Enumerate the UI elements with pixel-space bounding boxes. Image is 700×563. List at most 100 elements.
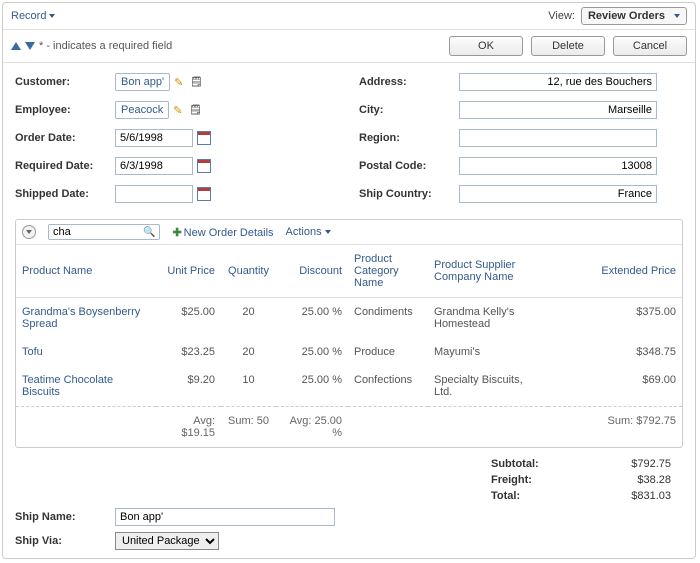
delete-button[interactable]: Delete <box>531 36 605 56</box>
pencil-icon[interactable] <box>174 76 186 88</box>
shipped-date-input[interactable] <box>115 185 193 203</box>
cell-category: Produce <box>348 338 428 366</box>
new-order-details-link[interactable]: ✚New Order Details <box>172 226 273 239</box>
hint-group: * - indicates a required field <box>11 40 172 52</box>
summary-sum-qty: Sum: 50 <box>221 407 276 448</box>
ship-name-input[interactable] <box>115 508 335 526</box>
calendar-icon[interactable] <box>197 187 211 201</box>
employee-lookup[interactable]: Peacock <box>115 101 169 119</box>
col-unit-price[interactable]: Unit Price <box>156 245 221 298</box>
ok-button[interactable]: OK <box>449 36 523 56</box>
cell-product[interactable]: Tofu <box>16 338 156 366</box>
action-row-top: * - indicates a required field OK Delete… <box>3 30 695 63</box>
search-box[interactable] <box>48 224 160 240</box>
address-label: Address: <box>359 76 459 88</box>
search-input[interactable] <box>53 226 143 238</box>
ship-country-input[interactable] <box>459 185 657 203</box>
chevron-down-icon <box>674 14 680 18</box>
region-label: Region: <box>359 132 459 144</box>
postal-code-label: Postal Code: <box>359 160 459 172</box>
note-icon[interactable] <box>190 76 202 88</box>
view-group: View: Review Orders <box>548 7 687 25</box>
col-category[interactable]: Product Category Name <box>348 245 428 298</box>
cell-discount: 25.00 % <box>276 366 348 407</box>
summary-avg-price: Avg: $19.15 <box>156 407 221 448</box>
subtotal-value: $792.75 <box>601 458 671 470</box>
total-value: $831.03 <box>601 490 671 502</box>
city-input[interactable] <box>459 101 657 119</box>
cell-unit-price: $25.00 <box>156 298 221 339</box>
shipped-date-label: Shipped Date: <box>15 188 115 200</box>
table-row[interactable]: Grandma's Boysenberry Spread$25.002025.0… <box>16 298 682 339</box>
order-details-grid: ✚New Order Details Actions Product Name … <box>15 219 683 448</box>
cell-unit-price: $9.20 <box>156 366 221 407</box>
ship-area: Ship Name: Ship Via:United Package <box>3 506 695 559</box>
cell-supplier: Grandma Kelly's Homestead <box>428 298 548 339</box>
total-label: Total: <box>491 490 561 502</box>
region-input[interactable] <box>459 129 657 147</box>
cancel-button[interactable]: Cancel <box>613 36 687 56</box>
cell-category: Confections <box>348 366 428 407</box>
grid-toolbar: ✚New Order Details Actions <box>16 220 682 245</box>
view-label: View: <box>548 10 575 22</box>
ship-name-label: Ship Name: <box>15 511 115 523</box>
freight-value: $38.28 <box>601 474 671 486</box>
order-date-label: Order Date: <box>15 132 115 144</box>
arrow-up-icon[interactable] <box>11 42 21 50</box>
note-icon[interactable] <box>189 104 201 116</box>
col-product[interactable]: Product Name <box>16 245 156 298</box>
table-row[interactable]: Teatime Chocolate Biscuits$9.201025.00 %… <box>16 366 682 407</box>
cell-extended: $348.75 <box>548 338 682 366</box>
cell-quantity: 20 <box>221 338 276 366</box>
customer-lookup[interactable]: Bon app' <box>115 73 170 91</box>
plus-icon: ✚ <box>172 227 181 239</box>
cell-quantity: 20 <box>221 298 276 339</box>
form-col-left: Customer:Bon app' Employee:Peacock Order… <box>15 71 339 211</box>
record-menu[interactable]: Record <box>11 10 55 22</box>
employee-label: Employee: <box>15 104 115 116</box>
cell-supplier: Mayumi's <box>428 338 548 366</box>
required-date-label: Required Date: <box>15 160 115 172</box>
arrow-down-icon[interactable] <box>25 42 35 50</box>
cell-quantity: 10 <box>221 366 276 407</box>
ship-via-select[interactable]: United Package <box>115 532 219 550</box>
calendar-icon[interactable] <box>197 131 211 145</box>
cell-product[interactable]: Teatime Chocolate Biscuits <box>16 366 156 407</box>
cell-product[interactable]: Grandma's Boysenberry Spread <box>16 298 156 339</box>
cell-discount: 25.00 % <box>276 338 348 366</box>
table-row[interactable]: Tofu$23.252025.00 %ProduceMayumi's$348.7… <box>16 338 682 366</box>
summary-sum-ext: Sum: $792.75 <box>548 407 682 448</box>
grid-table: Product Name Unit Price Quantity Discoun… <box>16 245 682 447</box>
postal-code-input[interactable] <box>459 157 657 175</box>
col-extended[interactable]: Extended Price <box>548 245 682 298</box>
summary-row: Avg: $19.15Sum: 50Avg: 25.00 % Sum: $792.… <box>16 407 682 448</box>
totals-area: Subtotal: $792.75 Freight: $38.28 Total: $8… <box>3 452 695 502</box>
cell-extended: $69.00 <box>548 366 682 407</box>
order-form-panel: Record View: Review Orders * - indicates… <box>2 2 696 559</box>
ship-via-label: Ship Via: <box>15 535 115 547</box>
form-col-right: Address: City: Region: Postal Code: Ship… <box>359 71 683 211</box>
chevron-down-icon <box>325 230 331 234</box>
subtotal-label: Subtotal: <box>491 458 561 470</box>
grid-menu-button[interactable] <box>22 225 36 239</box>
pencil-icon[interactable] <box>173 104 185 116</box>
form-area: Customer:Bon app' Employee:Peacock Order… <box>3 63 695 215</box>
top-bar: Record View: Review Orders <box>3 3 695 30</box>
calendar-icon[interactable] <box>197 159 211 173</box>
cell-category: Condiments <box>348 298 428 339</box>
actions-menu[interactable]: Actions <box>286 226 331 238</box>
order-date-input[interactable] <box>115 129 193 147</box>
col-discount[interactable]: Discount <box>276 245 348 298</box>
summary-avg-disc: Avg: 25.00 % <box>276 407 348 448</box>
search-icon[interactable] <box>143 226 155 238</box>
view-select[interactable]: Review Orders <box>581 7 687 25</box>
required-hint: * - indicates a required field <box>39 40 172 52</box>
required-date-input[interactable] <box>115 157 193 175</box>
freight-label: Freight: <box>491 474 561 486</box>
cell-unit-price: $23.25 <box>156 338 221 366</box>
address-input[interactable] <box>459 73 657 91</box>
col-supplier[interactable]: Product Supplier Company Name <box>428 245 548 298</box>
city-label: City: <box>359 104 459 116</box>
col-quantity[interactable]: Quantity <box>221 245 276 298</box>
grid-header-row: Product Name Unit Price Quantity Discoun… <box>16 245 682 298</box>
